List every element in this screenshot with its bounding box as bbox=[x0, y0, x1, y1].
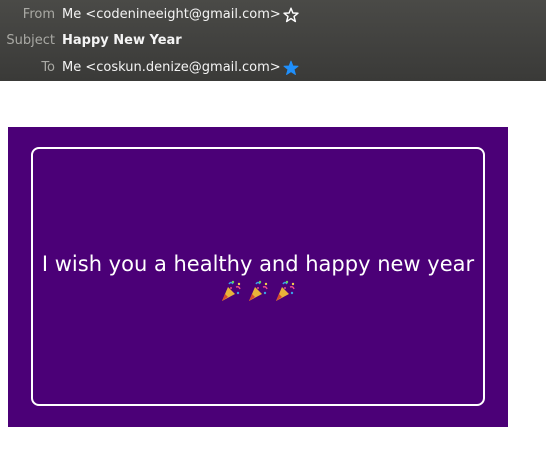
party-popper-icon bbox=[219, 279, 243, 303]
from-value[interactable]: Me <codenineeight@gmail.com> bbox=[62, 7, 281, 22]
star-filled-icon[interactable] bbox=[283, 60, 299, 76]
to-value[interactable]: Me <coskun.denize@gmail.com> bbox=[62, 60, 281, 75]
subject-row: Subject Happy New Year bbox=[0, 27, 546, 54]
to-row: To Me <coskun.denize@gmail.com> bbox=[0, 54, 546, 81]
subject-label: Subject bbox=[6, 33, 55, 48]
from-row: From Me <codenineeight@gmail.com> bbox=[0, 1, 546, 28]
to-label: To bbox=[41, 60, 55, 75]
email-header: From Me <codenineeight@gmail.com> Subjec… bbox=[0, 0, 546, 81]
star-outline-icon[interactable] bbox=[283, 7, 299, 23]
greeting-card-frame: I wish you a healthy and happy new year bbox=[31, 147, 485, 406]
party-popper-icon bbox=[273, 279, 297, 303]
greeting-message: I wish you a healthy and happy new year bbox=[41, 251, 475, 276]
greeting-card: I wish you a healthy and happy new year bbox=[8, 127, 508, 427]
party-popper-icon bbox=[246, 279, 270, 303]
from-label: From bbox=[22, 7, 55, 22]
subject-value: Happy New Year bbox=[62, 33, 182, 48]
emoji-row bbox=[219, 279, 297, 303]
